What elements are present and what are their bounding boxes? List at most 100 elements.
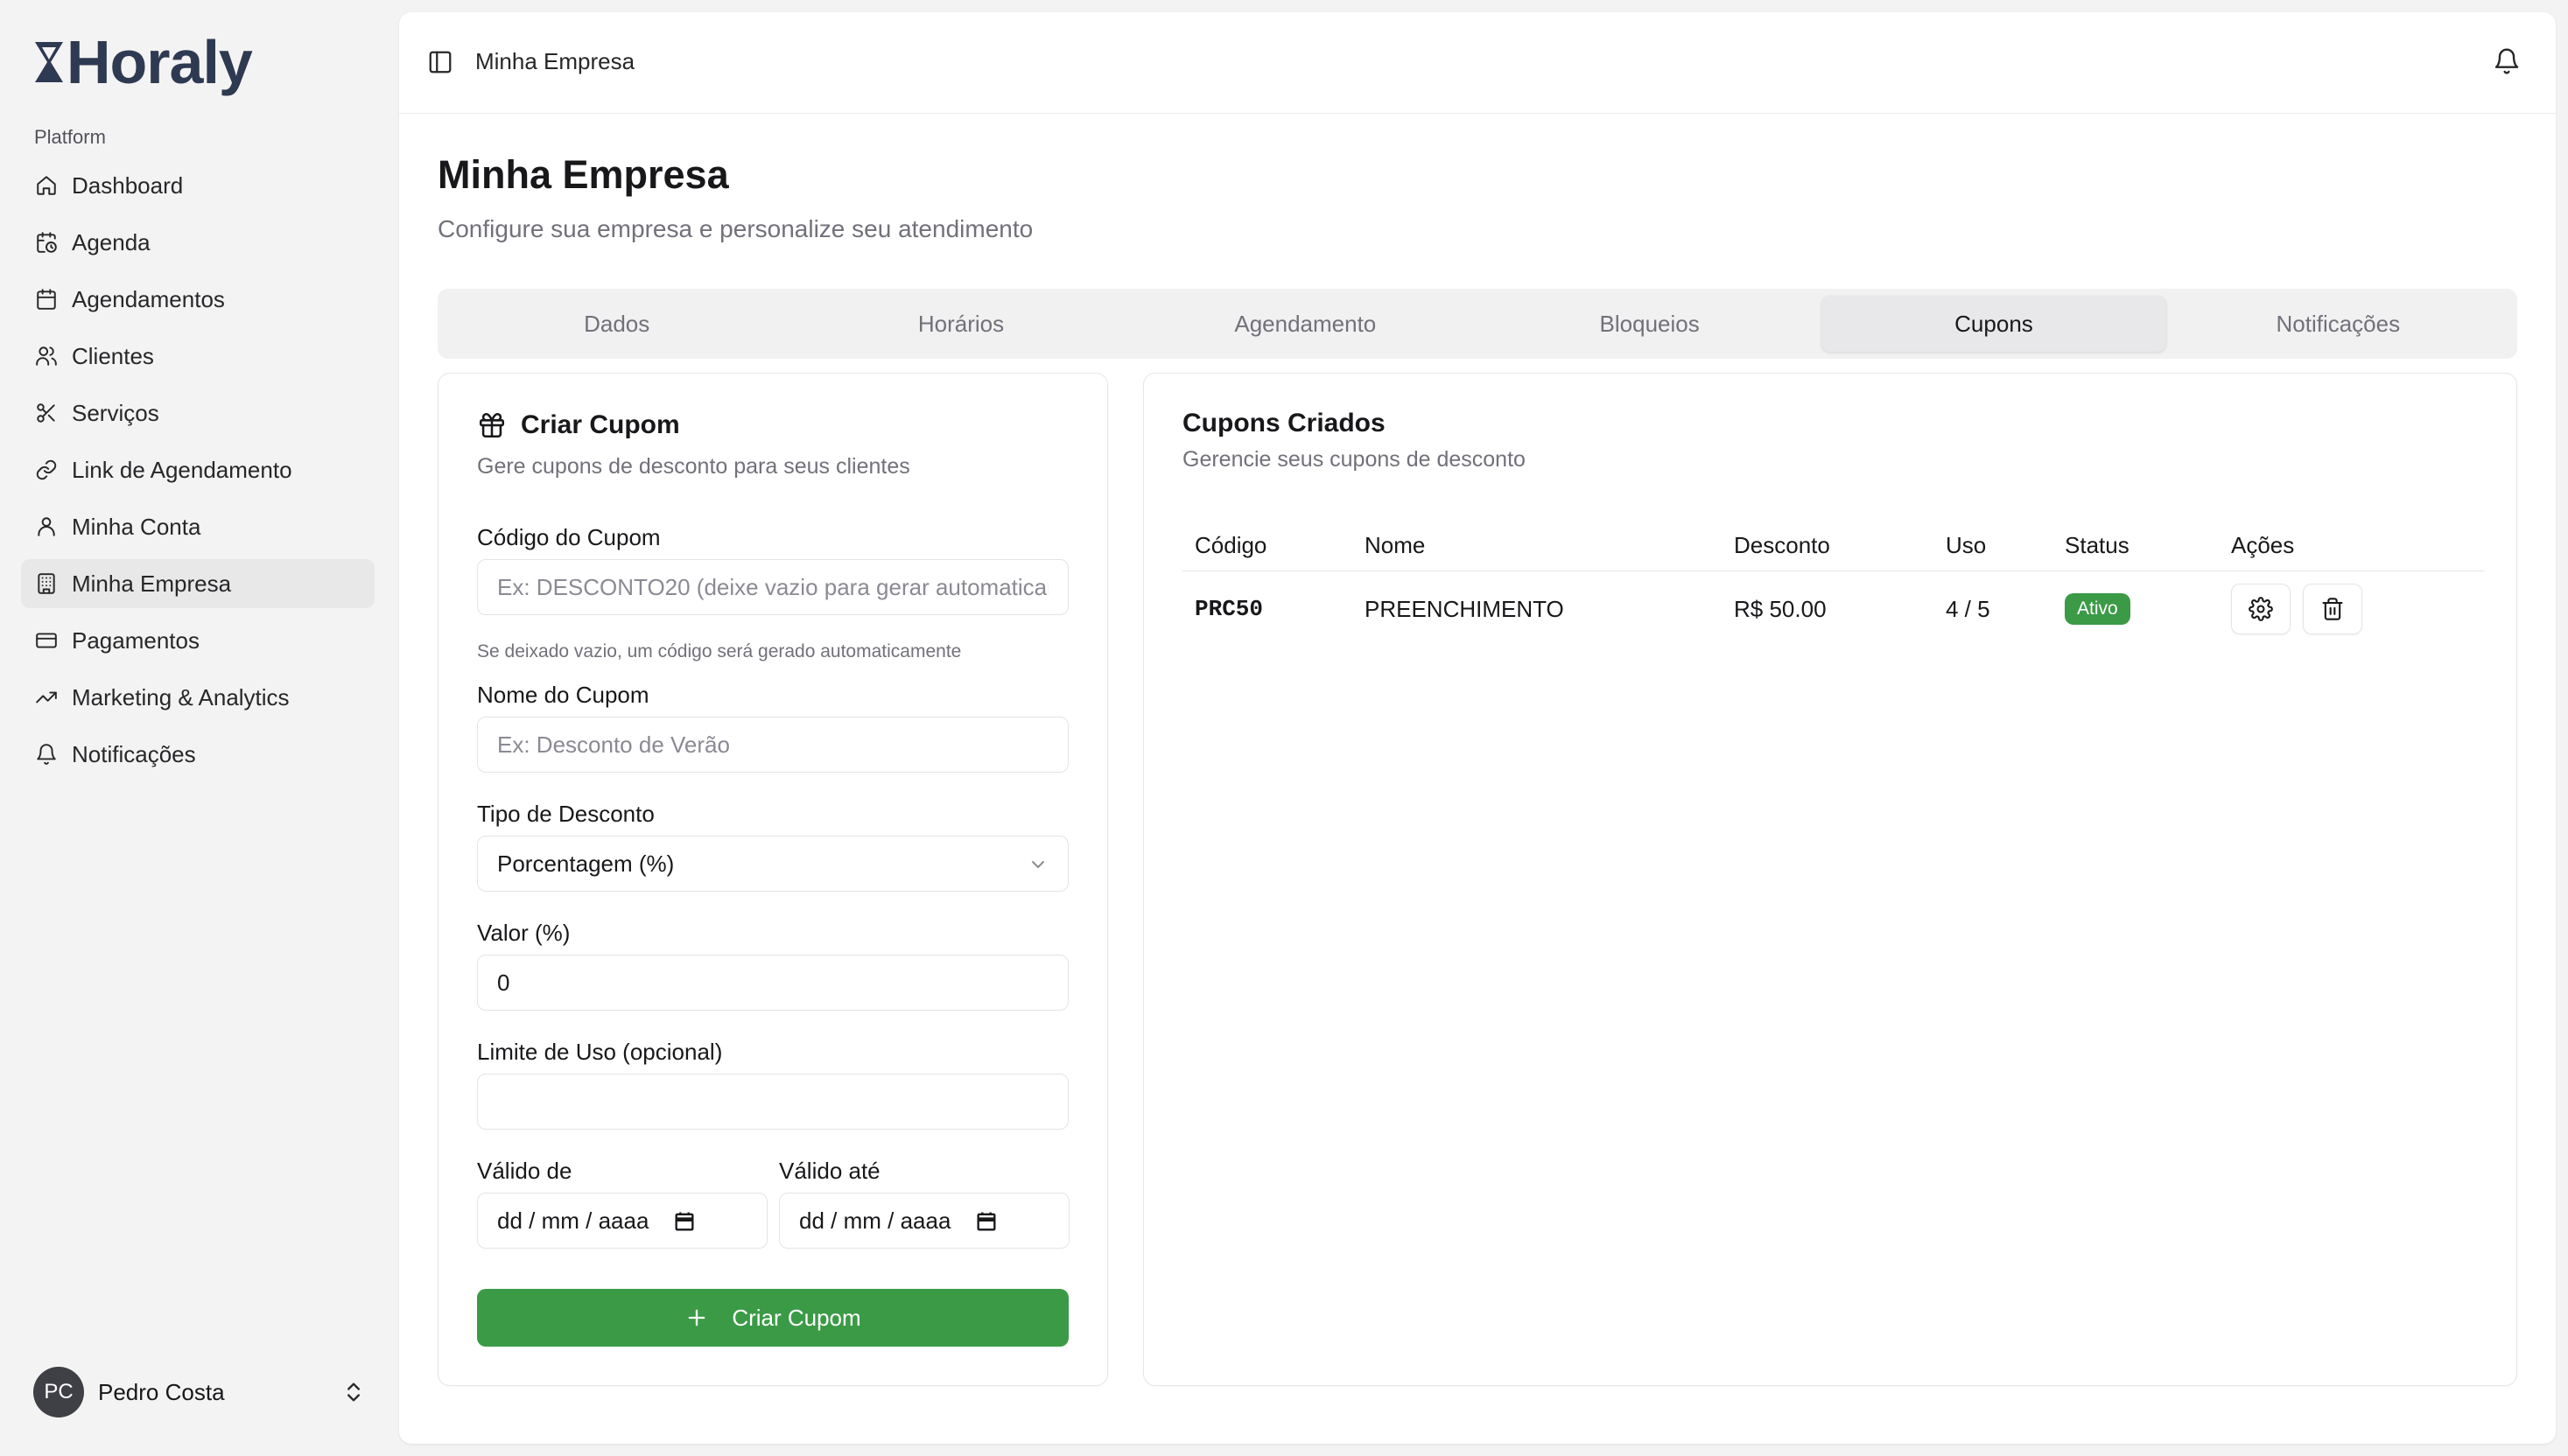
tab-list: Dados Horários Agendamento Bloqueios Cup… — [438, 289, 2517, 359]
sidebar-toggle-icon[interactable] — [427, 49, 453, 75]
coupon-discount-cell: R$ 50.00 — [1734, 595, 1827, 622]
sidebar-item-label: Link de Agendamento — [72, 456, 292, 483]
sidebar-item-label: Marketing & Analytics — [72, 683, 290, 710]
sidebar-item-dashboard[interactable]: Dashboard — [21, 161, 375, 210]
avatar: PC — [33, 1367, 84, 1418]
sidebar-item-label: Agenda — [72, 228, 151, 256]
sidebar-item-label: Notificações — [72, 740, 196, 767]
sidebar-item-label: Pagamentos — [72, 626, 200, 654]
coupon-name-label: Nome do Cupom — [477, 682, 649, 708]
column-header-nome: Nome — [1365, 532, 1426, 558]
usage-limit-label: Limite de Uso (opcional) — [477, 1039, 723, 1065]
discount-type-label: Tipo de Desconto — [477, 801, 655, 827]
row-actions — [2231, 584, 2362, 634]
coupon-code-input[interactable] — [477, 559, 1069, 615]
sidebar-item-link-agendamento[interactable]: Link de Agendamento — [21, 445, 375, 494]
page-subtitle: Configure sua empresa e personalize seu … — [438, 215, 1034, 242]
trending-up-icon — [36, 691, 57, 704]
sidebar-item-servicos[interactable]: Serviços — [21, 388, 375, 438]
tab-agendamento[interactable]: Agendamento — [1133, 296, 1477, 352]
tab-bloqueios[interactable]: Bloqueios — [1477, 296, 1821, 352]
tab-dados[interactable]: Dados — [445, 296, 789, 352]
sidebar-item-minha-conta[interactable]: Minha Conta — [21, 502, 375, 551]
sidebar-section-label: Platform — [34, 126, 106, 148]
card-description: Gere cupons de desconto para seus client… — [477, 454, 910, 479]
sidebar-item-minha-empresa[interactable]: Minha Empresa — [21, 559, 375, 608]
tab-horarios[interactable]: Horários — [789, 296, 1133, 352]
valid-to-date-input[interactable]: dd / mm / aaaa — [779, 1193, 1070, 1249]
brand-name: Horaly — [67, 28, 253, 96]
sidebar-item-label: Agendamentos — [72, 285, 225, 312]
discount-type-select[interactable]: Porcentagem (%) — [477, 836, 1069, 892]
card-title: Cupons Criados — [1182, 409, 1386, 438]
value-label: Valor (%) — [477, 920, 571, 946]
sidebar-item-label: Minha Empresa — [72, 570, 232, 597]
valid-to-label: Válido até — [779, 1158, 881, 1184]
breadcrumb: Minha Empresa — [475, 48, 635, 74]
sidebar-item-label: Dashboard — [72, 172, 184, 199]
coupon-usage-cell: 4 / 5 — [1946, 595, 1990, 622]
column-header-uso: Uso — [1946, 532, 1987, 558]
scissors-icon — [37, 403, 55, 423]
table-header: Código Nome Desconto Uso Status Ações — [1182, 521, 2485, 571]
coupon-settings-button[interactable] — [2231, 584, 2291, 634]
sidebar-item-agendamentos[interactable]: Agendamentos — [21, 275, 375, 324]
value-input[interactable] — [477, 955, 1069, 1011]
sidebar-item-notificacoes[interactable]: Notificações — [21, 730, 375, 779]
sidebar-item-label: Clientes — [72, 342, 154, 369]
tab-cupons[interactable]: Cupons — [1821, 296, 2166, 352]
sidebar-item-clientes[interactable]: Clientes — [21, 332, 375, 381]
card-title: Criar Cupom — [521, 410, 680, 439]
sidebar: Horaly Platform Dashboard Agenda Agendam… — [0, 0, 399, 1456]
valid-from-date-input[interactable]: dd / mm / aaaa — [477, 1193, 768, 1249]
chevrons-up-down-icon — [347, 1382, 360, 1402]
brand-logo[interactable]: Horaly — [33, 28, 253, 96]
calendar-icon — [977, 1212, 996, 1231]
sidebar-item-pagamentos[interactable]: Pagamentos — [21, 616, 375, 665]
coupons-list-card: Cupons Criados Gerencie seus cupons de d… — [1143, 373, 2517, 1386]
users-icon — [36, 346, 57, 366]
valid-from-label: Válido de — [477, 1158, 572, 1184]
discount-type-value: Porcentagem (%) — [497, 850, 675, 877]
trash-icon — [2322, 598, 2343, 620]
coupon-delete-button[interactable] — [2303, 584, 2362, 634]
create-coupon-card: Criar Cupom Gere cupons de desconto para… — [438, 373, 1108, 1386]
card-header: Cupons Criados — [1182, 409, 1386, 438]
status-badge: Ativo — [2065, 593, 2130, 625]
column-header-acoes: Ações — [2231, 532, 2295, 558]
user-menu[interactable]: PC Pedro Costa — [33, 1366, 366, 1418]
plus-icon — [688, 1309, 705, 1326]
card-header: Criar Cupom — [477, 410, 680, 440]
page-title: Minha Empresa — [438, 152, 729, 197]
gift-icon — [479, 412, 505, 438]
link-icon — [36, 459, 57, 480]
column-header-desconto: Desconto — [1734, 532, 1830, 558]
coupon-code-cell: PRC50 — [1195, 596, 1264, 622]
valid-from-placeholder: dd / mm / aaaa — [497, 1207, 649, 1234]
sidebar-item-label: Serviços — [72, 399, 159, 426]
calendar-icon — [37, 289, 56, 310]
bell-icon[interactable] — [2493, 47, 2521, 75]
hourglass-logo-icon — [35, 42, 63, 82]
create-coupon-button[interactable]: Criar Cupom — [477, 1289, 1069, 1347]
topbar: Minha Empresa — [399, 12, 2556, 114]
building-icon — [38, 573, 55, 594]
sidebar-item-marketing-analytics[interactable]: Marketing & Analytics — [21, 673, 375, 722]
sidebar-nav: Dashboard Agenda Agendamentos Clientes S… — [21, 161, 375, 787]
coupon-code-helper: Se deixado vazio, um código será gerado … — [477, 641, 962, 662]
sidebar-item-agenda[interactable]: Agenda — [21, 218, 375, 267]
credit-card-icon — [36, 633, 57, 648]
table-row: PRC50 PREENCHIMENTO R$ 50.00 4 / 5 Ativo — [1182, 571, 2485, 647]
home-icon — [37, 176, 56, 195]
sidebar-item-label: Minha Conta — [72, 513, 201, 540]
card-description: Gerencie seus cupons de desconto — [1182, 447, 1526, 472]
user-icon — [38, 517, 55, 536]
gear-icon — [2249, 597, 2273, 621]
usage-limit-input[interactable] — [477, 1074, 1069, 1130]
calendar-icon — [675, 1212, 694, 1231]
coupon-code-label: Código do Cupom — [477, 524, 661, 550]
user-name: Pedro Costa — [98, 1378, 225, 1405]
tab-notificacoes[interactable]: Notificações — [2166, 296, 2510, 352]
coupon-name-input[interactable] — [477, 717, 1069, 773]
main-panel: Minha Empresa Minha Empresa Configure su… — [399, 12, 2556, 1444]
